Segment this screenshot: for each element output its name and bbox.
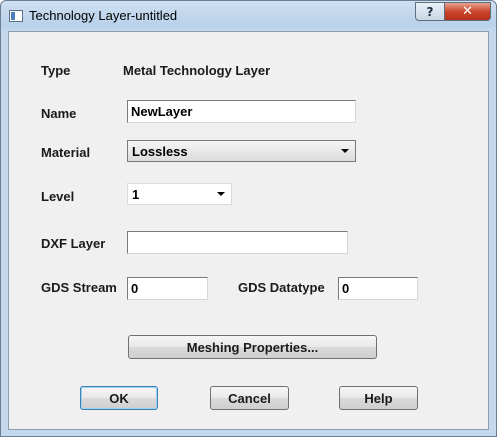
cancel-button[interactable]: Cancel	[210, 386, 289, 410]
gds-datatype-input[interactable]: 0	[338, 277, 418, 300]
dxf-layer-label: DXF Layer	[41, 236, 106, 251]
gds-stream-label: GDS Stream	[41, 280, 117, 295]
name-label: Name	[41, 106, 77, 121]
dialog-window: Technology Layer-untitled ? ✕ Type Metal…	[0, 0, 497, 437]
chevron-down-icon	[341, 149, 349, 153]
help-icon[interactable]: ?	[415, 2, 445, 21]
material-label: Material	[41, 145, 91, 160]
help-button[interactable]: Help	[339, 386, 418, 410]
material-select[interactable]: Lossless	[127, 140, 356, 162]
level-select[interactable]: 1	[127, 183, 232, 205]
type-value: Metal Technology Layer	[123, 63, 271, 78]
ok-button[interactable]: OK	[80, 386, 158, 410]
gds-stream-input[interactable]: 0	[127, 277, 208, 300]
app-icon	[9, 10, 23, 22]
close-icon[interactable]: ✕	[444, 2, 491, 21]
dxf-layer-input[interactable]	[127, 231, 348, 254]
level-label: Level	[41, 189, 75, 204]
dialog-body: Type Metal Technology Layer Name NewLaye…	[8, 31, 489, 430]
chevron-down-icon	[217, 192, 225, 196]
material-selected-value: Lossless	[132, 144, 188, 159]
meshing-properties-button[interactable]: Meshing Properties...	[128, 335, 377, 359]
level-selected-value: 1	[132, 187, 140, 202]
type-label: Type	[41, 63, 71, 78]
gds-datatype-label: GDS Datatype	[238, 280, 325, 295]
name-input[interactable]: NewLayer	[127, 100, 356, 123]
title-bar[interactable]: Technology Layer-untitled ? ✕	[1, 1, 496, 31]
window-title: Technology Layer-untitled	[29, 8, 178, 23]
